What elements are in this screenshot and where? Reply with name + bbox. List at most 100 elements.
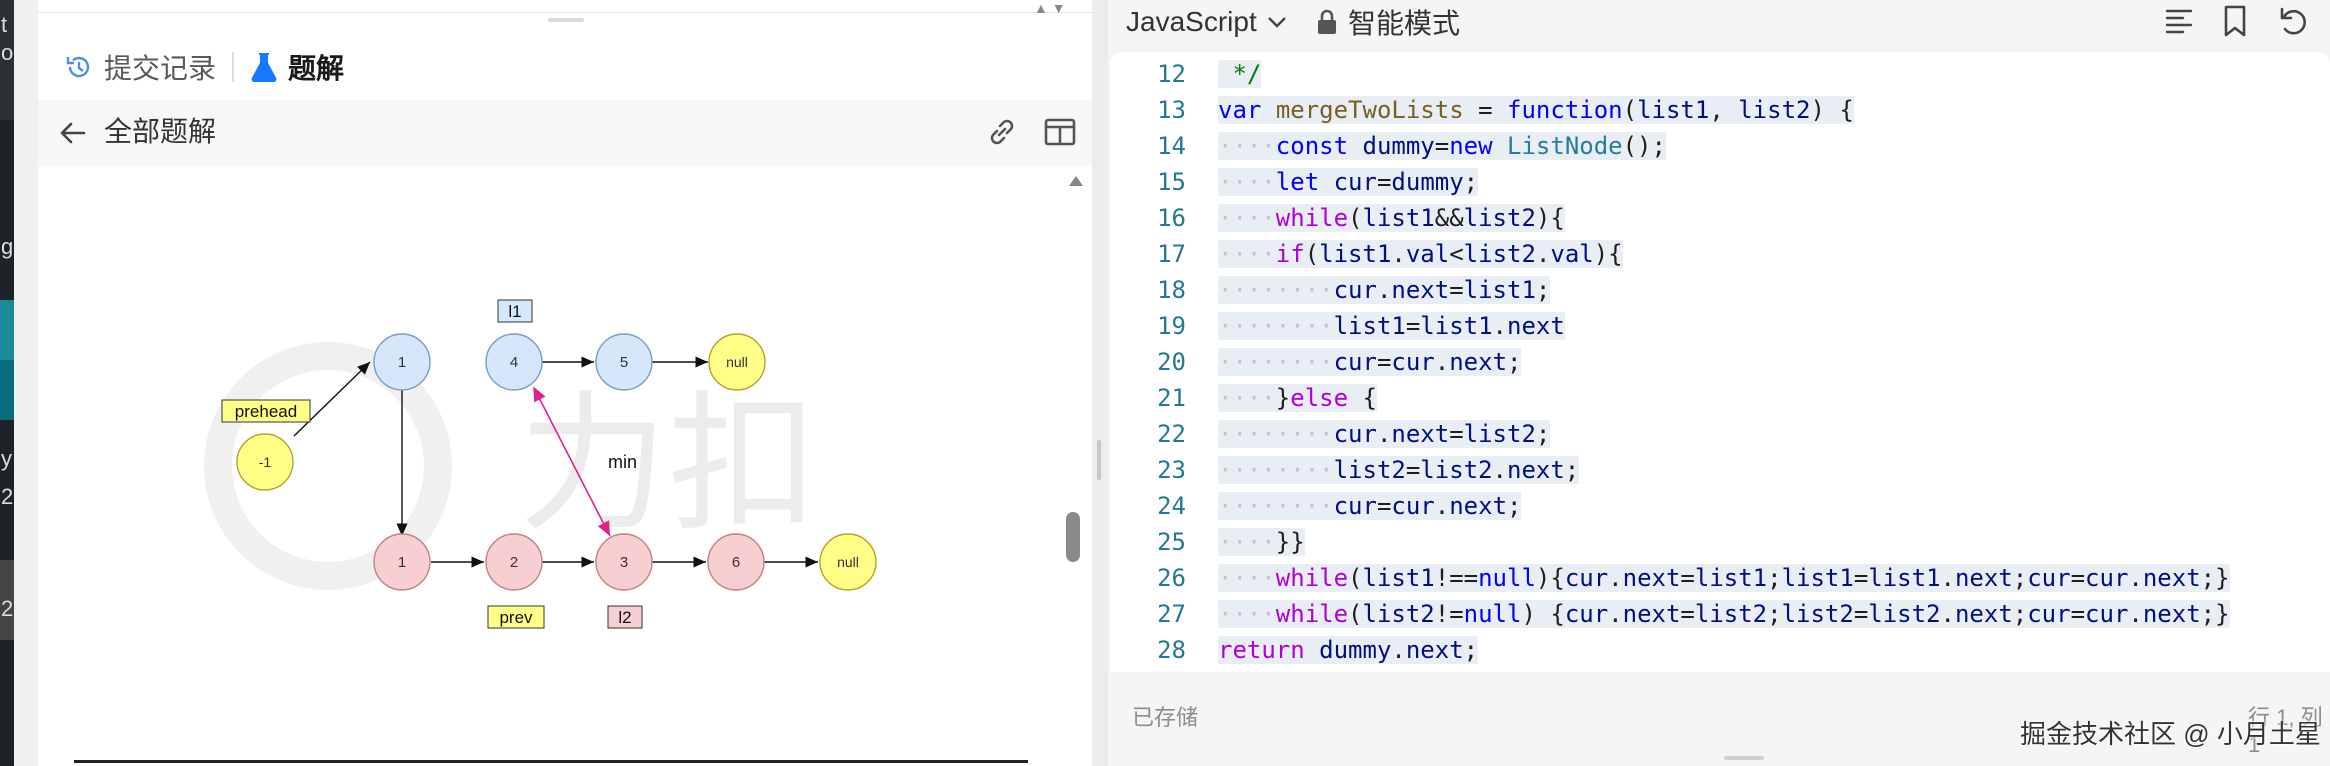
code-line[interactable]: ········cur.next=list1;: [1218, 272, 1551, 308]
code-line[interactable]: ····if(list1.val<list2.val){: [1218, 236, 1623, 272]
l2-label: l2: [607, 605, 643, 629]
pane-divider[interactable]: [1092, 0, 1108, 766]
line-number: 13: [1157, 96, 1186, 124]
code-token: ········: [1218, 276, 1334, 304]
background-window-strip: t o g y 2 2: [0, 0, 14, 766]
code-token: ;: [1535, 420, 1551, 448]
code-line[interactable]: ····let cur=dummy;: [1218, 164, 1479, 200]
code-token: next: [1507, 456, 1565, 484]
link-icon[interactable]: [984, 114, 1020, 150]
back-arrow-icon[interactable]: [56, 116, 90, 150]
code-token: next: [1954, 600, 2013, 628]
code-token: new: [1449, 132, 1493, 160]
code-token: ····: [1218, 204, 1276, 232]
code-token: list2: [1781, 600, 1854, 628]
code-token: list1: [1868, 564, 1941, 592]
tab-solutions-label: 题解: [288, 53, 345, 84]
code-token: list1: [1637, 96, 1710, 124]
edge-prehead-to-1: [293, 361, 371, 437]
svg-text:prehead: prehead: [235, 402, 297, 421]
panel-resize-handle[interactable]: [548, 18, 584, 22]
code-line[interactable]: ········cur.next=list2;: [1218, 416, 1551, 452]
code-token: list1: [1781, 564, 1854, 592]
code-token: list1: [1420, 312, 1493, 340]
console-resize-handle[interactable]: [1724, 756, 1764, 760]
line-number: 18: [1157, 276, 1186, 304]
code-token: ){: [1535, 204, 1565, 232]
code-token: list2: [1463, 420, 1536, 448]
code-token: var: [1218, 96, 1262, 124]
code-token: .: [1492, 456, 1507, 484]
code-token: list1: [1333, 312, 1406, 340]
tab-solutions[interactable]: 题解: [250, 38, 344, 96]
code-line[interactable]: var mergeTwoLists = function(list1, list…: [1218, 92, 1854, 128]
code-token: ········: [1218, 456, 1334, 484]
code-token: .: [1391, 636, 1406, 664]
code-token: .: [1940, 564, 1955, 592]
list-node: 2: [485, 533, 543, 591]
code-token: }: [1275, 384, 1291, 412]
code-token: cur: [1391, 348, 1435, 376]
code-line[interactable]: ····const dummy=new ListNode();: [1218, 128, 1666, 164]
code-line[interactable]: ········list2=list2.next;: [1218, 452, 1580, 488]
code-token: &&: [1434, 204, 1464, 232]
code-line[interactable]: ········list1=list1.next: [1218, 308, 1565, 344]
scroll-up-arrow-icon[interactable]: [1068, 174, 1084, 192]
code-token: }}: [1275, 528, 1305, 556]
code-token: (: [1348, 564, 1363, 592]
svg-text:l2: l2: [618, 608, 631, 627]
code-token: ;}: [2200, 564, 2230, 592]
watermark-text: 力扣: [518, 378, 818, 552]
code-line[interactable]: ····while(list1!==null){cur.next=list1;l…: [1218, 560, 2230, 596]
top-scroll-arrows[interactable]: ▲ ▼: [1034, 0, 1066, 16]
all-solutions-title[interactable]: 全部题解: [104, 112, 216, 152]
left-scrollbar-thumb[interactable]: [1066, 512, 1080, 562]
code-token: while: [1275, 564, 1349, 592]
list-node: 1: [373, 333, 431, 391]
bookmark-icon[interactable]: [2220, 4, 2250, 43]
reset-code-icon[interactable]: [2276, 4, 2310, 43]
line-number: 17: [1157, 240, 1186, 268]
code-token: .: [1434, 492, 1450, 520]
code-line[interactable]: ········cur=cur.next;: [1218, 488, 1522, 524]
code-token: list1: [1694, 564, 1768, 592]
code-token: ········: [1218, 492, 1334, 520]
pane-divider-grip[interactable]: [1097, 440, 1101, 480]
code-token: ····: [1218, 564, 1276, 592]
split-layout-icon[interactable]: [1042, 114, 1078, 150]
language-select[interactable]: JavaScript: [1126, 0, 1287, 44]
code-token: dummy: [1391, 168, 1464, 196]
code-token: .: [1376, 276, 1392, 304]
code-token: ();: [1622, 132, 1666, 160]
line-number: 14: [1157, 132, 1186, 160]
code-token: =: [1449, 420, 1464, 448]
code-token: ····: [1218, 600, 1276, 628]
format-code-icon[interactable]: [2162, 4, 2196, 43]
code-line[interactable]: ········cur=cur.next;: [1218, 344, 1522, 380]
code-line[interactable]: ····}else {: [1218, 380, 1377, 416]
code-token: return: [1218, 636, 1305, 664]
code-token: ····: [1218, 132, 1276, 160]
code-token: =: [1376, 168, 1392, 196]
line-number: 26: [1157, 564, 1186, 592]
code-token: ;: [1507, 348, 1522, 376]
l1-label: l1: [497, 299, 533, 323]
code-line[interactable]: */: [1218, 56, 1262, 92]
tab-submissions[interactable]: 提交记录: [64, 38, 216, 96]
line-number: 24: [1157, 492, 1186, 520]
history-icon: [64, 52, 94, 82]
code-line[interactable]: ····while(list2!=null) {cur.next=list2;l…: [1218, 596, 2230, 632]
code-token: ;: [1564, 456, 1580, 484]
code-line[interactable]: ····}}: [1218, 524, 1305, 560]
code-line[interactable]: return dummy.next;: [1218, 632, 1479, 668]
tab-submissions-label: 提交记录: [104, 53, 217, 84]
code-token: =: [1434, 132, 1450, 160]
code-token: cur: [1564, 564, 1609, 592]
code-token: cur: [1333, 348, 1377, 376]
code-token: list1: [1362, 204, 1435, 232]
smart-mode-toggle[interactable]: 智能模式: [1316, 0, 1460, 44]
code-token: function: [1507, 96, 1623, 124]
code-line[interactable]: ····while(list1&&list2){: [1218, 200, 1565, 236]
site-watermark: 掘金技术社区 @ 小月土星: [2020, 719, 2321, 749]
